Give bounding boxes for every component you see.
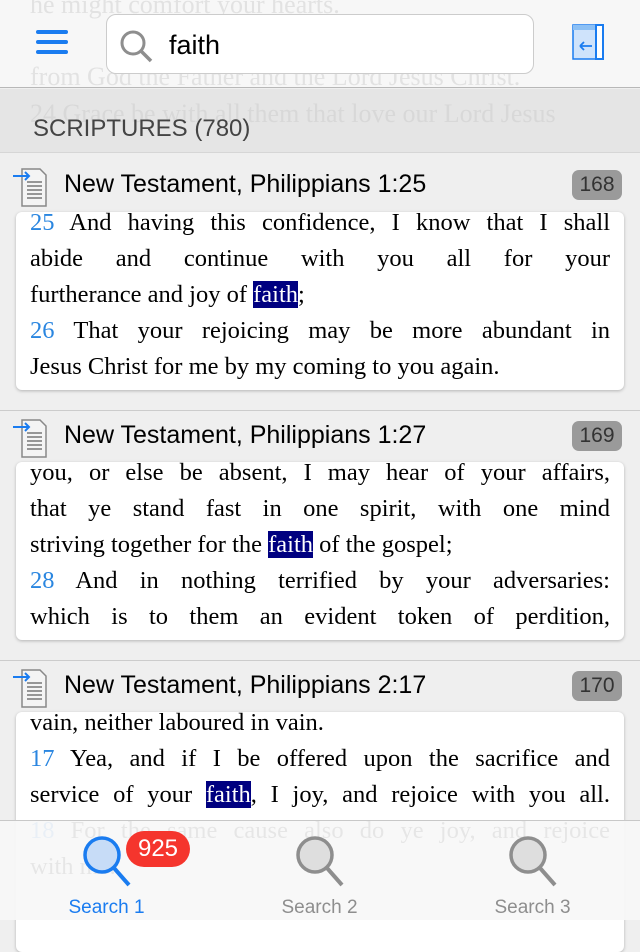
verse-text: abide and continue with you all for your <box>30 245 610 272</box>
verse-line: abide and continue with you all for your <box>30 241 610 277</box>
search-icon <box>509 836 557 887</box>
collapse-panel-icon[interactable] <box>572 24 604 60</box>
tab-search-3[interactable]: Search 3 <box>426 821 639 921</box>
verse-text: you, or else be absent, I may hear of yo… <box>30 462 610 486</box>
tab-search-2[interactable]: Search 2 <box>213 821 426 921</box>
verse-line: vain, neither laboured in vain. <box>30 712 610 741</box>
verse-line: 26 That your rejoicing may be more abund… <box>30 313 610 349</box>
verse-line: which is to them an evident token of per… <box>30 599 610 635</box>
verse-line: that ye stand fast in one spirit, with o… <box>30 491 610 527</box>
verse-text: striving together for the <box>30 531 269 558</box>
search-highlight: faith <box>268 531 314 558</box>
verse-text: Jesus Christ for me by my coming to you … <box>30 353 500 380</box>
menu-button[interactable] <box>36 30 68 54</box>
verse-text: And having this confidence, I know that … <box>54 212 610 236</box>
result-header[interactable]: New Testament, Philippians 1:25 168 <box>0 160 640 212</box>
search-highlight: faith <box>253 281 299 308</box>
result-count-badge: 170 <box>572 671 622 701</box>
section-header: 24 Grace be with all them that love our … <box>0 89 640 153</box>
verse-text: , I joy, and rejoice with you all. <box>250 781 610 808</box>
result-count-badge: 169 <box>572 421 622 451</box>
result-count-badge: 168 <box>572 170 622 200</box>
verse-text: vain, neither laboured in vain. <box>30 712 324 736</box>
document-icon <box>12 417 54 464</box>
search-field[interactable] <box>106 14 534 74</box>
document-icon <box>12 667 54 714</box>
verse-text: That your rejoicing may be more abundant… <box>54 317 610 344</box>
result-title: New Testament, Philippians 1:25 <box>64 170 427 198</box>
verse-number: 17 <box>30 745 55 772</box>
tab-search-1[interactable]: 925 Search 1 <box>0 821 213 921</box>
verse-line: 25 And having this confidence, I know th… <box>30 212 610 241</box>
tab-bar: 925 Search 1 Search 2 Search 3 <box>0 820 640 920</box>
search-input[interactable] <box>169 25 519 65</box>
verse-number: 28 <box>30 567 55 594</box>
verse-text: ; <box>298 281 305 308</box>
verse-text: that ye stand fast in one spirit, with o… <box>30 495 610 522</box>
tab-badge: 925 <box>126 831 190 867</box>
result-header[interactable]: New Testament, Philippians 1:27 169 <box>0 410 640 462</box>
verse-text: Yea, and if I be offered upon the sacrif… <box>54 745 610 772</box>
verse-line: Jesus Christ for me by my coming to you … <box>30 349 610 385</box>
top-bar: he might comfort your hearts. from God t… <box>0 0 640 88</box>
tab-label: Search 1 <box>68 897 145 918</box>
verse-number: 25 <box>30 212 55 236</box>
tab-label: Search 3 <box>494 897 571 918</box>
section-title: SCRIPTURES (780) <box>33 115 251 142</box>
verse-text: And in nothing terrified by your adversa… <box>54 567 610 594</box>
verse-line: striving together for the faith of the g… <box>30 527 610 563</box>
search-icon <box>120 30 153 63</box>
result-title: New Testament, Philippians 1:27 <box>64 421 427 449</box>
verse-text: of the gospel; <box>313 531 453 558</box>
result-header[interactable]: New Testament, Philippians 2:17 170 <box>0 660 640 712</box>
verse-line: you, or else be absent, I may hear of yo… <box>30 462 610 491</box>
verse-line: service of your faith, I joy, and rejoic… <box>30 777 610 813</box>
verse-card[interactable]: you, or else be absent, I may hear of yo… <box>16 462 624 640</box>
verse-text: service of your <box>30 781 206 808</box>
document-icon <box>12 166 54 213</box>
verse-number: 26 <box>30 317 55 344</box>
tab-label: Search 2 <box>281 897 358 918</box>
result-title: New Testament, Philippians 2:17 <box>64 671 427 699</box>
verse-line: 17 Yea, and if I be offered upon the sac… <box>30 741 610 777</box>
verse-line: furtherance and joy of faith; <box>30 277 610 313</box>
verse-text: furtherance and joy of <box>30 281 254 308</box>
verse-line: 28 And in nothing terrified by your adve… <box>30 563 610 599</box>
search-icon <box>296 836 344 887</box>
search-highlight: faith <box>205 781 251 808</box>
verse-card[interactable]: 25 And having this confidence, I know th… <box>16 212 624 390</box>
verse-text: which is to them an evident token of per… <box>30 603 610 630</box>
